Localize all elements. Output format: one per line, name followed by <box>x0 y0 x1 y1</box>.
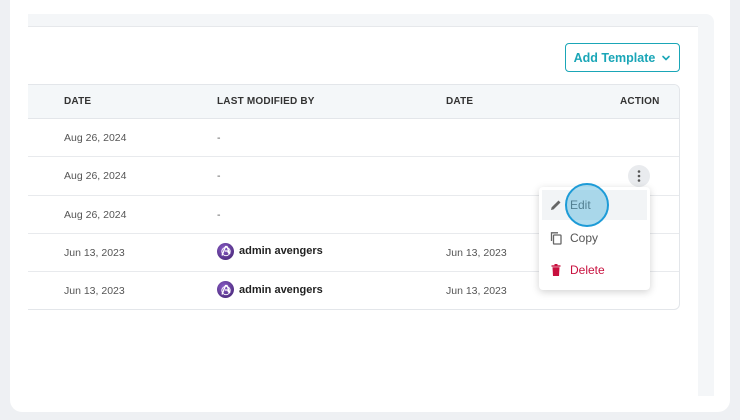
cell-modified-by: - <box>217 132 221 144</box>
menu-item-label: Copy <box>570 231 599 245</box>
chevron-down-icon <box>662 55 671 60</box>
avatar <box>217 281 234 299</box>
cell-modified-date: Jun 13, 2023 <box>446 246 507 259</box>
copy-icon <box>550 232 562 245</box>
header-action: ACTION <box>620 96 660 107</box>
menu-item-label: Edit <box>570 198 591 212</box>
row-action-menu: Edit Copy Delete <box>539 187 650 290</box>
cell-date: Jun 13, 2023 <box>64 246 125 259</box>
avatar <box>217 242 234 260</box>
add-template-button[interactable]: Add Template <box>565 43 680 72</box>
header-last-modified-by: LAST MODIFIED BY <box>217 96 315 107</box>
table-row: Aug 26, 2024 - <box>28 119 679 158</box>
pencil-icon <box>551 200 561 210</box>
cell-modified-by: - <box>217 208 221 221</box>
header-modified-date: DATE <box>446 96 474 107</box>
avengers-logo-icon <box>220 284 231 295</box>
cell-modified-by: admin avengers <box>217 281 323 299</box>
cell-modified-date: Jun 13, 2023 <box>446 285 507 298</box>
add-template-label: Add Template <box>573 50 656 65</box>
cell-date: Aug 26, 2024 <box>64 170 127 183</box>
header-date: DATE <box>64 96 92 107</box>
cell-modified-by: admin avengers <box>217 242 323 260</box>
modifier-name: admin avengers <box>239 283 323 296</box>
trash-icon <box>551 264 561 276</box>
cell-date: Aug 26, 2024 <box>64 132 127 144</box>
menu-item-edit[interactable]: Edit <box>542 190 647 220</box>
cell-modified-by: - <box>217 170 221 183</box>
more-vertical-icon <box>637 170 641 182</box>
table-header: DATE LAST MODIFIED BY DATE ACTION <box>28 85 679 119</box>
row-actions-button[interactable] <box>628 165 650 187</box>
modifier-name: admin avengers <box>239 245 323 258</box>
menu-item-copy[interactable]: Copy <box>542 223 647 253</box>
cell-date: Jun 13, 2023 <box>64 285 125 298</box>
menu-item-delete[interactable]: Delete <box>542 255 647 285</box>
menu-item-label: Delete <box>570 263 605 277</box>
cell-date: Aug 26, 2024 <box>64 208 127 221</box>
avengers-logo-icon <box>220 246 231 257</box>
